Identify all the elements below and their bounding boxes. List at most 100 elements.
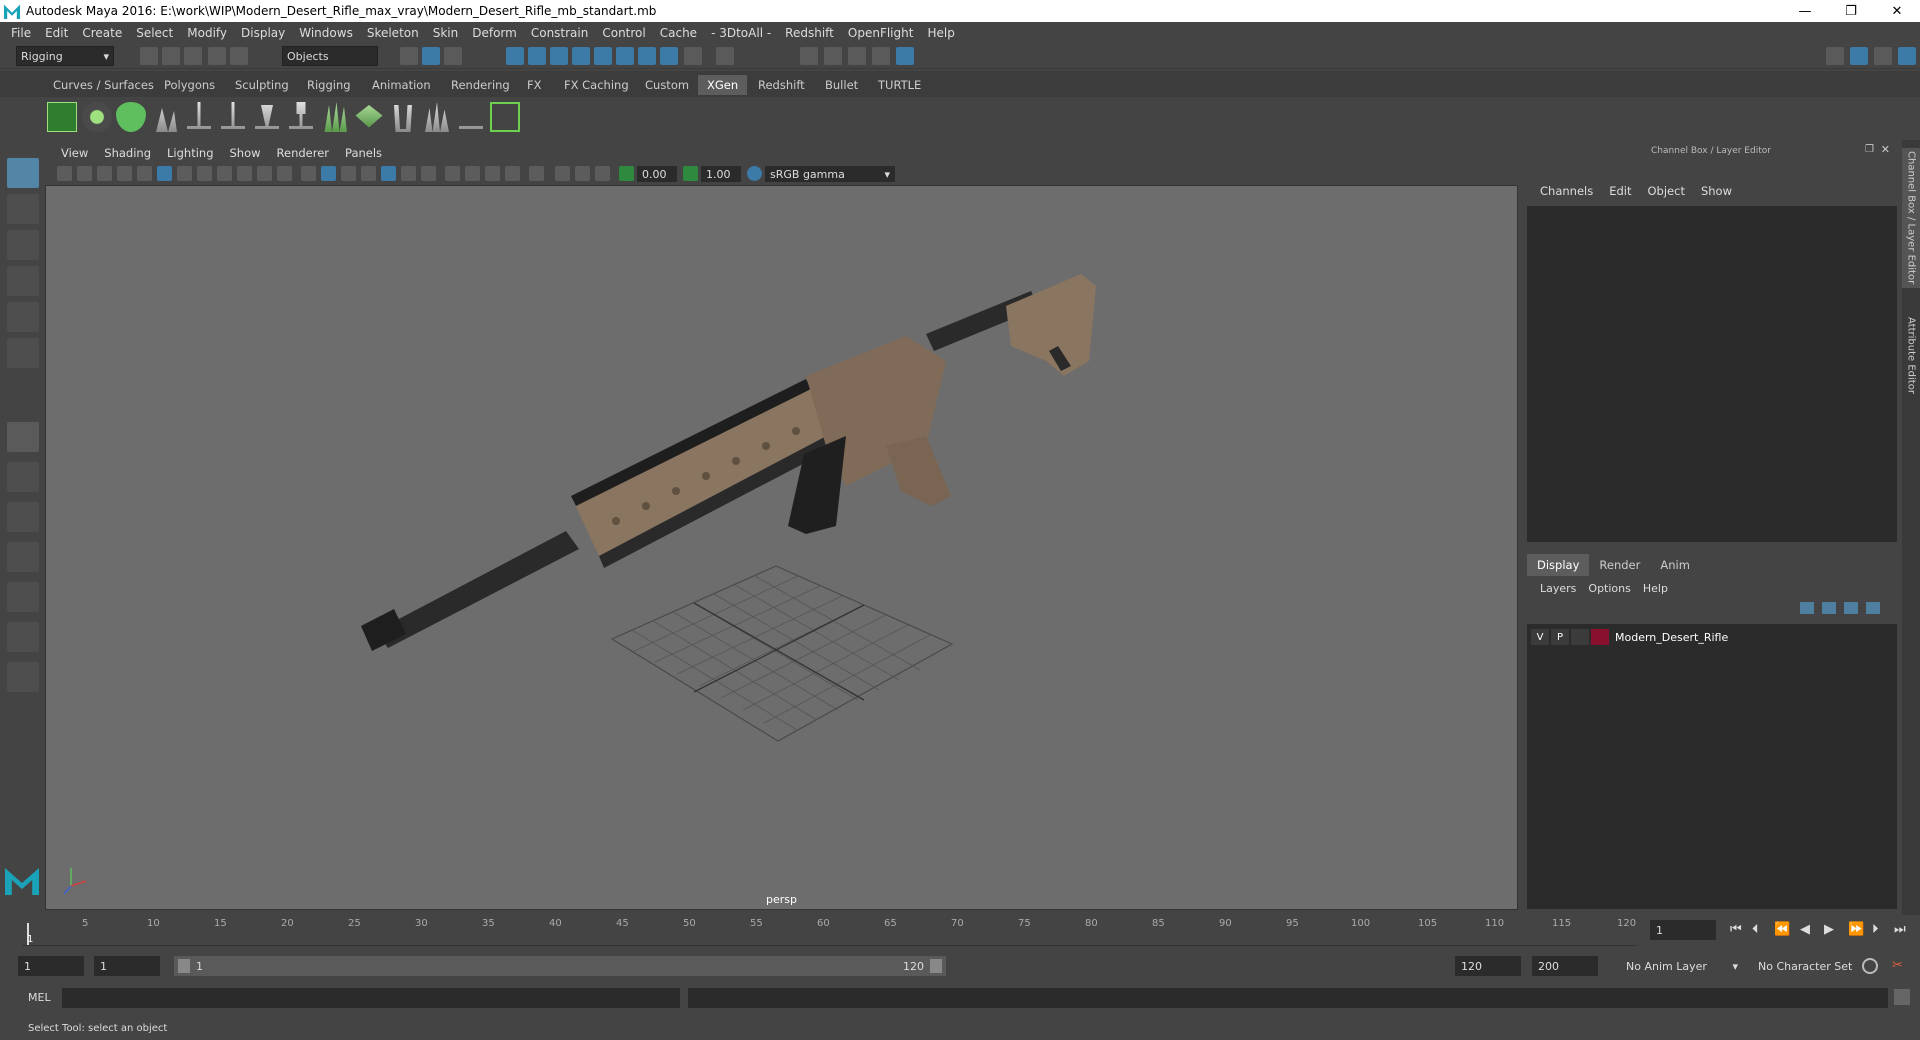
view-transform-dropdown[interactable]: sRGB gamma ▾ <box>765 166 895 182</box>
xgen-guides-icon[interactable] <box>156 108 177 132</box>
menu-windows[interactable]: Windows <box>292 26 360 40</box>
menu-select[interactable]: Select <box>129 26 180 40</box>
play-backwards-icon[interactable]: ◀ <box>1800 922 1810 937</box>
single-perspective-layout-icon[interactable] <box>7 422 39 452</box>
color-management-icon[interactable] <box>747 166 762 181</box>
layer-tab-display[interactable]: Display <box>1527 554 1590 576</box>
smooth-shade-icon[interactable] <box>321 166 336 181</box>
character-set-dropdown[interactable]: No Character Set <box>1752 956 1876 976</box>
list-item[interactable]: V P Modern_Desert_Rifle <box>1531 628 1891 646</box>
layer-tab-render[interactable]: Render <box>1589 554 1650 576</box>
wireframe-on-shaded-icon[interactable] <box>381 166 396 181</box>
snap-view-icon[interactable] <box>572 47 590 65</box>
shelf-tab-rendering[interactable]: Rendering <box>442 75 519 95</box>
shelf-tab-sculpting[interactable]: Sculpting <box>226 75 298 95</box>
grid-toggle-icon[interactable] <box>157 166 172 181</box>
viewport-menu-lighting[interactable]: Lighting <box>159 146 221 160</box>
xray-icon[interactable] <box>555 166 570 181</box>
four-view-layout-icon[interactable] <box>7 462 39 492</box>
menu-constrain[interactable]: Constrain <box>524 26 596 40</box>
channel-menu-edit[interactable]: Edit <box>1601 184 1639 198</box>
xgen-guide-length-icon[interactable] <box>255 105 279 129</box>
select-hierarchy-icon[interactable] <box>400 47 418 65</box>
open-scene-icon[interactable] <box>162 47 180 65</box>
shelf-tab-animation[interactable]: Animation <box>363 75 440 95</box>
minimize-button[interactable]: — <box>1782 0 1828 22</box>
gamma-field[interactable]: 1.00 <box>701 166 741 182</box>
layer-menu-help[interactable]: Help <box>1637 582 1674 595</box>
default-material-icon[interactable] <box>341 166 356 181</box>
outliner-layout-icon[interactable] <box>7 622 39 652</box>
shelf-tab-curves-surfaces[interactable]: Curves / Surfaces <box>44 75 163 95</box>
xgen-add-guide-icon[interactable] <box>187 102 211 129</box>
camera-attributes-icon[interactable] <box>77 166 92 181</box>
menu-create[interactable]: Create <box>75 26 129 40</box>
menu-display[interactable]: Display <box>234 26 292 40</box>
isolate-select-icon[interactable] <box>529 166 544 181</box>
persp-hypershade-layout-icon[interactable] <box>7 582 39 612</box>
shelf-tab-fx[interactable]: FX <box>518 75 551 95</box>
go-to-start-icon[interactable]: ⏮ <box>1730 922 1742 937</box>
tool-settings-toggle-icon[interactable] <box>1874 47 1892 65</box>
exposure-icon[interactable] <box>619 166 634 181</box>
xgen-layers-icon[interactable] <box>355 105 383 128</box>
layer-visibility-toggle[interactable]: V <box>1531 629 1549 645</box>
step-forward-frame-icon[interactable]: ⏩ <box>1848 922 1864 937</box>
new-layer-selected-icon[interactable] <box>1866 602 1880 614</box>
range-slider[interactable]: 1 120 <box>174 956 946 976</box>
screen-space-ao-icon[interactable] <box>445 166 460 181</box>
step-forward-key-icon[interactable]: ⏵ <box>1872 922 1879 937</box>
layer-type-toggle[interactable] <box>1571 629 1589 645</box>
render-frame-icon[interactable] <box>824 47 842 65</box>
range-start-handle[interactable] <box>178 959 190 973</box>
shelf-tab-redshift[interactable]: Redshift <box>749 75 814 95</box>
xgen-groom-icon[interactable] <box>394 105 412 132</box>
hypershade-icon[interactable] <box>896 47 914 65</box>
channel-box-area[interactable] <box>1527 206 1897 542</box>
help-query-icon[interactable] <box>660 47 678 65</box>
lasso-tool-icon[interactable] <box>7 194 39 224</box>
depth-of-field-icon[interactable] <box>505 166 520 181</box>
animation-preferences-icon[interactable]: ✂ <box>1892 958 1903 973</box>
new-layer-icon[interactable] <box>1844 602 1858 614</box>
resolution-gate-icon[interactable] <box>197 166 212 181</box>
selection-mode-dropdown[interactable]: Objects <box>282 46 378 66</box>
camera-select-icon[interactable] <box>57 166 72 181</box>
animation-start-field[interactable]: 1 <box>18 956 84 976</box>
undo-icon[interactable] <box>208 47 226 65</box>
field-chart-icon[interactable] <box>237 166 252 181</box>
xgen-editor-icon[interactable] <box>47 102 77 132</box>
safe-title-icon[interactable] <box>277 166 292 181</box>
menu-skeleton[interactable]: Skeleton <box>360 26 426 40</box>
snap-live-icon[interactable] <box>616 47 634 65</box>
layer-color-swatch[interactable] <box>1591 629 1609 645</box>
tab-channel-box[interactable]: Channel Box / Layer Editor <box>1902 148 1920 288</box>
menu-edit[interactable]: Edit <box>38 26 75 40</box>
current-frame-field[interactable]: 1 <box>1650 920 1716 940</box>
scale-tool-icon[interactable] <box>7 338 39 368</box>
move-layer-up-icon[interactable] <box>1800 602 1814 614</box>
menu-skin[interactable]: Skin <box>426 26 466 40</box>
menu-modify[interactable]: Modify <box>180 26 234 40</box>
select-component-icon[interactable] <box>444 47 462 65</box>
channel-box-toggle-icon[interactable] <box>1898 47 1916 65</box>
shelf-tab-custom[interactable]: Custom <box>636 75 698 95</box>
viewport-menu-renderer[interactable]: Renderer <box>269 146 338 160</box>
layer-menu-options[interactable]: Options <box>1582 582 1636 595</box>
menu-help[interactable]: Help <box>920 26 961 40</box>
go-to-end-icon[interactable]: ⏭ <box>1894 922 1906 937</box>
close-button[interactable]: ✕ <box>1874 0 1920 22</box>
lock-icon[interactable] <box>684 47 702 65</box>
command-language-label[interactable]: MEL <box>28 991 51 1004</box>
menu-file[interactable]: File <box>4 26 38 40</box>
rotate-tool-icon[interactable] <box>7 302 39 332</box>
shelf-tab-polygons[interactable]: Polygons <box>155 75 224 95</box>
viewport-menu-view[interactable]: View <box>53 146 96 160</box>
save-scene-icon[interactable] <box>184 47 202 65</box>
step-back-key-icon[interactable]: ⏴ <box>1752 922 1759 937</box>
motion-blur-icon[interactable] <box>465 166 480 181</box>
playback-end-field[interactable]: 120 <box>1455 956 1521 976</box>
float-panel-icon[interactable]: ❐ <box>1865 144 1874 155</box>
xgen-sculpt-guide-icon[interactable] <box>221 102 245 129</box>
menu-cache[interactable]: Cache <box>653 26 704 40</box>
